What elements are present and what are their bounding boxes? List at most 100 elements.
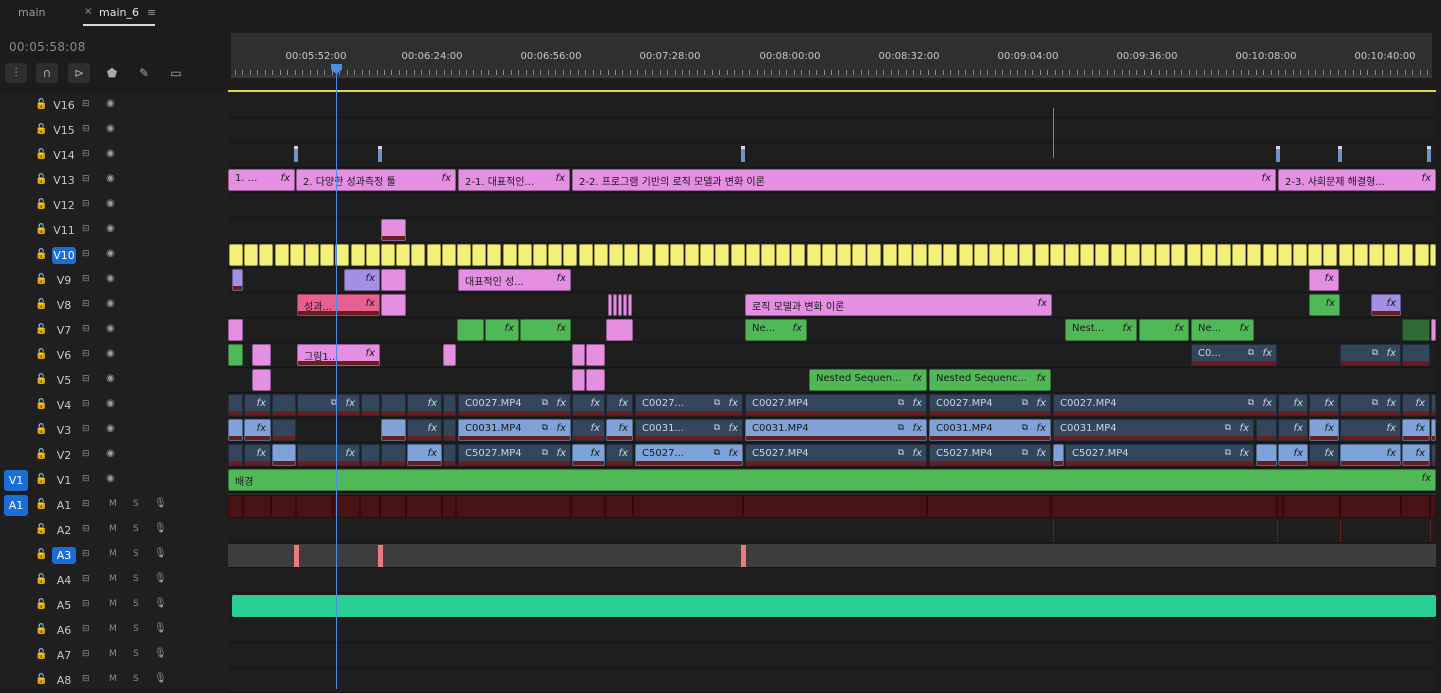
audio-clip[interactable] <box>605 495 633 518</box>
clip[interactable] <box>1369 244 1383 266</box>
fx-badge-icon[interactable]: fx <box>1037 373 1046 384</box>
clip[interactable]: fx <box>244 394 271 416</box>
track-lane[interactable] <box>228 143 1436 168</box>
clip[interactable] <box>669 244 684 266</box>
mute-button[interactable]: M <box>109 599 117 609</box>
sync-lock-icon[interactable]: ⊟ <box>82 474 90 484</box>
clip[interactable]: Nested Sequenc... fx <box>929 369 1051 391</box>
clip[interactable] <box>913 244 927 266</box>
audio-clip[interactable] <box>360 495 380 518</box>
clip[interactable]: 성과... fx <box>297 294 380 316</box>
clip[interactable] <box>989 244 1003 266</box>
clip[interactable] <box>517 244 532 266</box>
lock-icon[interactable]: 🔓 <box>35 599 47 610</box>
clip[interactable]: C0... ⧉ fx <box>1191 344 1277 366</box>
clip[interactable]: C0031.MP4 ⧉ fx <box>458 419 571 441</box>
sync-lock-icon[interactable]: ⊟ <box>82 524 90 534</box>
clip[interactable] <box>628 294 632 316</box>
clip[interactable]: fx <box>1340 444 1401 466</box>
clip[interactable] <box>1156 244 1171 266</box>
mute-button[interactable]: M <box>109 649 117 659</box>
fx-badge-icon[interactable]: fx <box>793 323 802 334</box>
clip[interactable]: fx <box>1371 294 1401 316</box>
lock-icon[interactable]: 🔓 <box>35 199 47 210</box>
track-name[interactable]: A6 <box>52 622 76 639</box>
audio-clip[interactable] <box>1401 495 1430 518</box>
audio-clip[interactable] <box>442 495 456 518</box>
fx-badge-icon[interactable]: fx <box>619 423 628 434</box>
lock-icon[interactable]: 🔓 <box>35 574 47 585</box>
clip[interactable]: C5027.MP4 ⧉ fx <box>458 444 571 466</box>
clip[interactable] <box>821 244 836 266</box>
clip[interactable]: C0027.MP4 ⧉ fx <box>458 394 571 416</box>
lock-icon[interactable]: 🔓 <box>35 674 47 685</box>
clip[interactable] <box>381 219 406 241</box>
clip[interactable] <box>365 244 380 266</box>
fx-badge-icon[interactable]: fx <box>1387 348 1396 359</box>
sync-lock-icon[interactable]: ⊟ <box>82 449 90 459</box>
clip[interactable]: C0027.MP4 ⧉ fx <box>1053 394 1277 416</box>
clip[interactable] <box>578 244 593 266</box>
fx-badge-icon[interactable]: fx <box>442 173 451 184</box>
track-name[interactable]: A1 <box>52 497 76 514</box>
track-name[interactable]: V8 <box>52 297 76 314</box>
clip[interactable] <box>1080 244 1095 266</box>
clip[interactable]: fx <box>572 419 605 441</box>
fx-badge-icon[interactable]: fx <box>729 398 738 409</box>
track-name[interactable]: V10 <box>52 247 76 264</box>
clip[interactable] <box>791 244 806 266</box>
clip[interactable] <box>1431 444 1436 466</box>
insert-overwrite-icon[interactable]: ⫶ <box>5 63 27 83</box>
clip[interactable]: C0027... ⧉ fx <box>635 394 743 416</box>
lock-icon[interactable]: 🔓 <box>35 374 47 385</box>
eye-icon[interactable]: ◉ <box>106 223 115 234</box>
track-lane[interactable] <box>228 518 1436 543</box>
audio-clip[interactable] <box>633 495 743 518</box>
fx-badge-icon[interactable]: fx <box>1325 448 1334 459</box>
fx-badge-icon[interactable]: fx <box>1037 398 1046 409</box>
solo-button[interactable]: S <box>133 574 139 584</box>
tab-main[interactable]: main <box>18 6 45 19</box>
clip[interactable] <box>606 319 633 341</box>
clip[interactable] <box>654 244 669 266</box>
clip[interactable] <box>1232 244 1247 266</box>
clip[interactable] <box>958 244 973 266</box>
clip-marker-icon[interactable] <box>378 146 382 162</box>
clip[interactable]: fx <box>1402 394 1430 416</box>
clip[interactable] <box>1402 344 1430 366</box>
track-name[interactable]: V5 <box>52 372 76 389</box>
clip[interactable] <box>548 244 563 266</box>
fx-badge-icon[interactable]: fx <box>557 323 566 334</box>
sync-lock-icon[interactable]: ⊟ <box>82 174 90 184</box>
microphone-icon[interactable]: 🎙 <box>154 523 167 534</box>
clip[interactable]: fx <box>572 444 605 466</box>
clip[interactable] <box>586 369 605 391</box>
clip[interactable] <box>618 294 622 316</box>
sync-lock-icon[interactable]: ⊟ <box>82 224 90 234</box>
source-patch-v1[interactable]: V1 <box>4 470 28 491</box>
fx-badge-icon[interactable]: fx <box>619 398 628 409</box>
audio-clip[interactable] <box>380 495 406 518</box>
clip[interactable] <box>715 244 730 266</box>
clip[interactable] <box>1384 244 1399 266</box>
track-name[interactable]: V2 <box>52 447 76 464</box>
clip[interactable] <box>973 244 988 266</box>
lock-icon[interactable]: 🔓 <box>35 349 47 360</box>
audio-keyframe[interactable] <box>294 545 299 567</box>
lock-icon[interactable]: 🔓 <box>35 174 47 185</box>
sync-lock-icon[interactable]: ⊟ <box>82 149 90 159</box>
solo-button[interactable]: S <box>133 674 139 684</box>
clip[interactable]: 2-2. 프로그램 기반의 로직 모델과 변화 이론 fx <box>572 169 1276 191</box>
captions-icon[interactable]: ▭ <box>165 63 187 83</box>
fx-badge-icon[interactable]: fx <box>913 373 922 384</box>
track-name[interactable]: A4 <box>52 572 76 589</box>
audio-clip[interactable] <box>1051 495 1277 518</box>
fx-badge-icon[interactable]: fx <box>366 298 375 309</box>
clip[interactable]: Ne... fx <box>1191 319 1254 341</box>
track-name[interactable]: V13 <box>52 172 76 189</box>
clip[interactable]: fx <box>1278 394 1308 416</box>
clip[interactable] <box>1277 244 1292 266</box>
audio-clip[interactable] <box>927 495 1051 518</box>
clip[interactable]: C5027.MP4 ⧉ fx <box>929 444 1051 466</box>
clip[interactable] <box>457 319 484 341</box>
